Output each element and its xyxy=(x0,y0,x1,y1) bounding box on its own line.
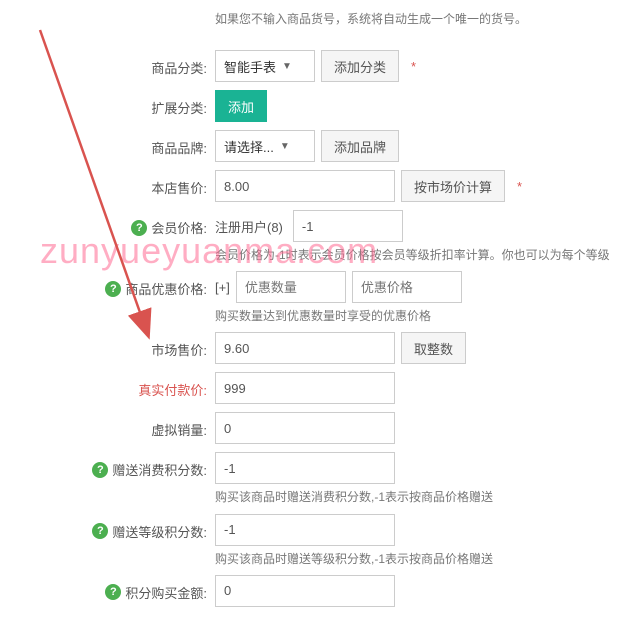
sku-hint: 如果您不输入商品货号，系统将自动生成一个唯一的货号。 xyxy=(215,10,633,29)
row-category: 商品分类: 智能手表 ▼ 添加分类 * xyxy=(0,50,633,84)
required-mark: * xyxy=(517,179,522,194)
help-icon[interactable]: ? xyxy=(92,462,108,478)
market-price-input[interactable] xyxy=(215,332,395,364)
consume-points-hint: 购买该商品时赠送消费积分数,-1表示按商品价格赠送 xyxy=(215,488,633,507)
row-brand: 商品品牌: 请选择... ▼ 添加品牌 xyxy=(0,130,633,164)
label-consume-points: 赠送消费积分数: xyxy=(112,460,207,479)
consume-points-input[interactable] xyxy=(215,452,395,484)
add-category-button[interactable]: 添加分类 xyxy=(321,50,399,82)
member-price-input[interactable] xyxy=(293,210,403,242)
label-rank-points: 赠送等级积分数: xyxy=(112,522,207,541)
reg-user-prefix: 注册用户(8) xyxy=(215,217,287,236)
label-real-pay: 真实付款价: xyxy=(138,380,207,399)
help-icon[interactable]: ? xyxy=(105,584,121,600)
required-mark: * xyxy=(411,59,416,74)
brand-selected: 请选择... xyxy=(224,137,274,156)
round-button[interactable]: 取整数 xyxy=(401,332,466,364)
virtual-sales-input[interactable] xyxy=(215,412,395,444)
category-selected: 智能手表 xyxy=(224,57,276,76)
row-points-buy: ? 积分购买金额: xyxy=(0,575,633,609)
row-market-price: 市场售价: 取整数 xyxy=(0,332,633,366)
row-volume-price: ? 商品优惠价格: [+] 购买数量达到优惠数量时享受的优惠价格 xyxy=(0,271,633,326)
shop-price-input[interactable] xyxy=(215,170,395,202)
volume-price-hint: 购买数量达到优惠数量时享受的优惠价格 xyxy=(215,307,633,326)
label-member-price: 会员价格: xyxy=(151,218,207,237)
points-buy-input[interactable] xyxy=(215,575,395,607)
chevron-down-icon: ▼ xyxy=(280,141,290,152)
row-member-price: ? 会员价格: 注册用户(8) 会员价格为-1时表示会员价格按会员等级折扣率计算… xyxy=(0,210,633,265)
row-virtual-sales: 虚拟销量: xyxy=(0,412,633,446)
label-brand: 商品品牌: xyxy=(151,138,207,157)
label-virtual-sales: 虚拟销量: xyxy=(151,420,207,439)
label-shop-price: 本店售价: xyxy=(151,178,207,197)
volume-price-input[interactable] xyxy=(352,271,462,303)
help-icon[interactable]: ? xyxy=(92,523,108,539)
calc-market-button[interactable]: 按市场价计算 xyxy=(401,170,505,202)
row-rank-points: ? 赠送等级积分数: 购买该商品时赠送等级积分数,-1表示按商品价格赠送 xyxy=(0,514,633,569)
add-ext-category-button[interactable]: 添加 xyxy=(215,90,267,122)
row-consume-points: ? 赠送消费积分数: 购买该商品时赠送消费积分数,-1表示按商品价格赠送 xyxy=(0,452,633,507)
row-shop-price: 本店售价: 按市场价计算 * xyxy=(0,170,633,204)
chevron-down-icon: ▼ xyxy=(282,61,292,72)
add-volume-row[interactable]: [+] xyxy=(215,280,230,295)
row-ext-category: 扩展分类: 添加 xyxy=(0,90,633,124)
brand-select[interactable]: 请选择... ▼ xyxy=(215,130,315,162)
row-sku-hint: 如果您不输入商品货号，系统将自动生成一个唯一的货号。 xyxy=(0,10,633,44)
member-price-hint: 会员价格为-1时表示会员价格按会员等级折扣率计算。你也可以为每个等级 xyxy=(215,246,633,265)
help-icon[interactable]: ? xyxy=(131,220,147,236)
category-select[interactable]: 智能手表 ▼ xyxy=(215,50,315,82)
label-points-buy: 积分购买金额: xyxy=(125,583,207,602)
product-form: 如果您不输入商品货号，系统将自动生成一个唯一的货号。 商品分类: 智能手表 ▼ … xyxy=(0,0,633,625)
label-ext-category: 扩展分类: xyxy=(151,98,207,117)
label-market-price: 市场售价: xyxy=(151,340,207,359)
real-pay-input[interactable] xyxy=(215,372,395,404)
rank-points-hint: 购买该商品时赠送等级积分数,-1表示按商品价格赠送 xyxy=(215,550,633,569)
add-brand-button[interactable]: 添加品牌 xyxy=(321,130,399,162)
volume-qty-input[interactable] xyxy=(236,271,346,303)
label-category: 商品分类: xyxy=(151,58,207,77)
label-volume-price: 商品优惠价格: xyxy=(125,279,207,298)
row-real-pay: 真实付款价: xyxy=(0,372,633,406)
help-icon[interactable]: ? xyxy=(105,281,121,297)
